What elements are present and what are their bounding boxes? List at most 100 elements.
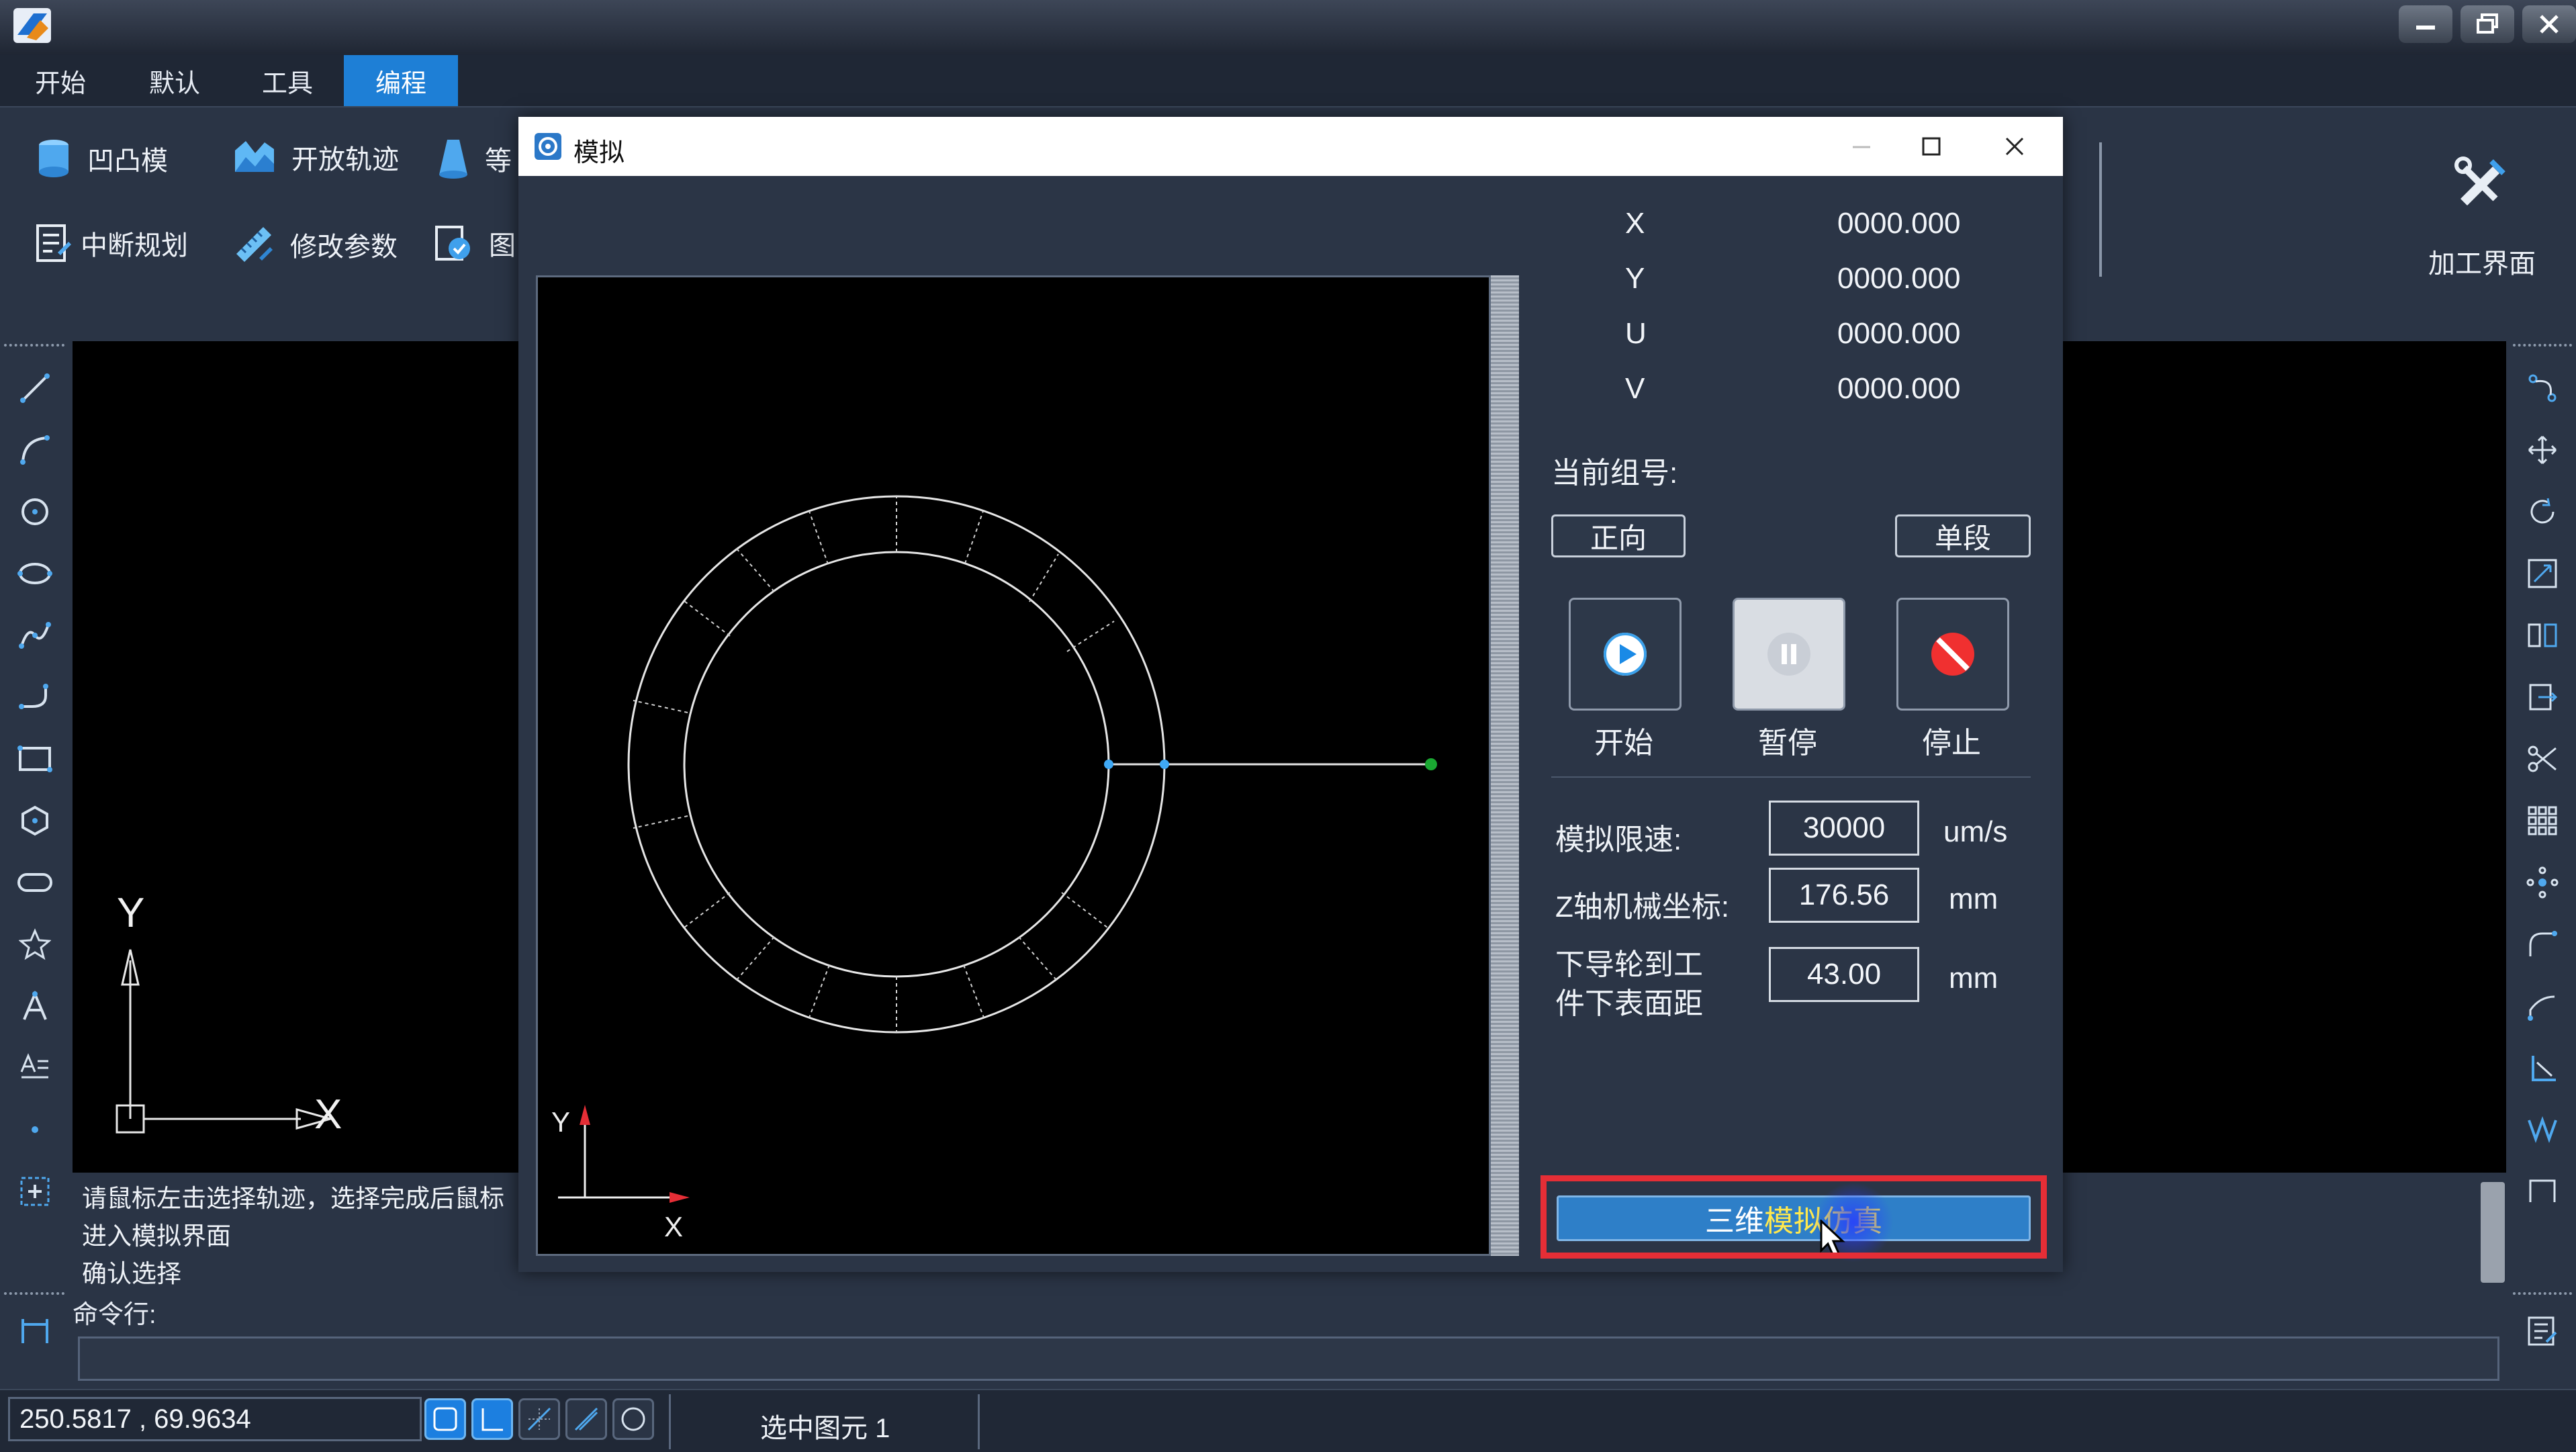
properties-icon[interactable] [2526, 1315, 2559, 1347]
add-point-tool-icon[interactable] [15, 1171, 55, 1212]
figure-button[interactable]: 图 [434, 223, 516, 263]
snap-circle-button[interactable] [612, 1398, 654, 1440]
figure-label: 图 [489, 231, 516, 261]
restore-button[interactable] [2460, 5, 2514, 43]
open-path-button[interactable]: 开放轨迹 [232, 137, 399, 177]
single-step-button[interactable]: 单段 [1895, 514, 2031, 557]
scissors-icon[interactable] [2522, 739, 2563, 779]
machining-view-label[interactable]: 加工界面 [2428, 242, 2536, 281]
snap-ortho-button[interactable] [471, 1398, 513, 1440]
arc-tool-icon[interactable] [15, 430, 55, 470]
punch-die-button[interactable]: 凹凸模 [35, 137, 168, 180]
corner-icon[interactable] [2522, 1048, 2563, 1088]
rotate-icon[interactable] [2522, 492, 2563, 532]
dialog-close-button[interactable] [1988, 130, 2041, 163]
title-bar [0, 0, 2576, 55]
coordinate-readout: 250.5817 , 69.9634 [8, 1397, 422, 1441]
equal-button[interactable]: 等 [436, 137, 512, 180]
sim-speed-unit: um/s [1943, 815, 2008, 848]
menu-programming[interactable]: 编程 [344, 55, 458, 106]
sim-speed-label: 模拟限速: [1555, 823, 1682, 856]
simulation-dialog: 模拟 Y X X 0000.000 Y 0000.000 U 0000.000 … [518, 117, 2063, 1272]
array-icon[interactable] [2522, 801, 2563, 841]
pause-icon [1765, 631, 1812, 678]
selected-count: 选中图元 1 [760, 1414, 890, 1443]
status-divider [669, 1394, 671, 1449]
minimize-button[interactable] [2399, 5, 2452, 43]
z-axis-coord-input[interactable]: 176.56 [1769, 868, 1919, 923]
axis-y-label: Y [1625, 262, 1645, 295]
simulation-scrollbar[interactable] [1491, 275, 1519, 1256]
polyline-tool-icon[interactable] [15, 677, 55, 717]
mirror-icon[interactable] [2522, 615, 2563, 655]
pause-sim-button[interactable] [1733, 598, 1845, 711]
guide-distance-input[interactable]: 43.00 [1769, 947, 1919, 1002]
circle-tool-icon[interactable] [15, 492, 55, 532]
zigzag-icon[interactable] [2522, 1109, 2563, 1150]
move-icon[interactable] [2522, 430, 2563, 470]
message-scrollbar[interactable] [2481, 1182, 2505, 1283]
message-line: 请鼠标左击选择轨迹，选择完成后鼠标 [82, 1185, 504, 1212]
interrupt-plan-label: 中断规划 [81, 231, 188, 261]
open-path-label: 开放轨迹 [291, 145, 399, 175]
highlight-box [1540, 1175, 2047, 1259]
snap-endpoint-button[interactable] [424, 1398, 466, 1440]
node-edit-icon[interactable] [2522, 368, 2563, 408]
text-tool-icon[interactable] [15, 986, 55, 1026]
message-panel: 请鼠标左击选择轨迹，选择完成后鼠标 进入模拟界面 确认选择 [73, 1173, 556, 1287]
text-align-tool-icon[interactable] [15, 1048, 55, 1088]
rectangle-tool-icon[interactable] [15, 739, 55, 779]
command-panel-icon[interactable] [19, 1315, 51, 1347]
x-axis-label: X [314, 1091, 342, 1138]
close-button[interactable] [2522, 5, 2576, 43]
simulation-canvas[interactable]: Y X [536, 275, 1491, 1256]
ellipse-tool-icon[interactable] [15, 553, 55, 594]
left-toolbar [0, 341, 70, 1295]
menu-tools[interactable]: 工具 [234, 55, 341, 106]
guide-distance-label-line2: 件下表面距 [1555, 987, 1703, 1020]
axis-v-label: V [1625, 372, 1645, 405]
bracket-icon[interactable] [2522, 1171, 2563, 1212]
direction-forward-button[interactable]: 正向 [1551, 514, 1686, 557]
modify-params-button[interactable]: 修改参数 [232, 223, 398, 266]
scale-icon[interactable] [2522, 553, 2563, 594]
z-axis-coord-unit: mm [1949, 882, 1998, 915]
slot-tool-icon[interactable] [15, 862, 55, 903]
drawing-canvas[interactable]: Y X [73, 341, 529, 1173]
z-axis-coord-label: Z轴机械坐标: [1555, 891, 1730, 923]
dialog-title-bar: 模拟 [518, 117, 2063, 176]
chamfer-icon[interactable] [2522, 986, 2563, 1026]
snap-grid-button[interactable] [518, 1398, 560, 1440]
circular-array-icon[interactable] [2522, 862, 2563, 903]
ruler-pencil-icon [232, 223, 275, 266]
sim-speed-input[interactable]: 30000 [1769, 801, 1919, 856]
cylinder-icon [35, 137, 73, 180]
menu-start[interactable]: 开始 [7, 55, 114, 106]
stop-sim-button[interactable] [1896, 598, 2009, 711]
command-input[interactable] [78, 1336, 2499, 1381]
dialog-maximize-button[interactable] [1904, 130, 1958, 163]
status-divider [978, 1394, 980, 1449]
snap-line-button[interactable] [565, 1398, 607, 1440]
fillet-icon[interactable] [2522, 924, 2563, 964]
star-tool-icon[interactable] [15, 924, 55, 964]
message-line: 确认选择 [82, 1260, 181, 1287]
menu-default[interactable]: 默认 [121, 55, 228, 106]
polygon-tool-icon[interactable] [15, 801, 55, 841]
drawing-canvas-right[interactable] [2060, 341, 2506, 1173]
sim-x-axis-label: X [664, 1211, 684, 1242]
list-edit-icon [35, 223, 73, 263]
stop-icon [1929, 631, 1976, 678]
line-tool-icon[interactable] [15, 368, 55, 408]
interrupt-plan-button[interactable]: 中断规划 [35, 223, 188, 263]
axis-x-value: 0000.000 [1837, 207, 1961, 240]
play-icon [1602, 631, 1649, 678]
section-divider [1551, 776, 2031, 778]
offset-icon[interactable] [2522, 677, 2563, 717]
dialog-minimize-button[interactable] [1835, 130, 1888, 163]
point-tool-icon[interactable] [15, 1109, 55, 1150]
command-label: 命令行: [73, 1301, 156, 1329]
start-sim-button[interactable] [1569, 598, 1682, 711]
spline-tool-icon[interactable] [15, 615, 55, 655]
tools-icon[interactable] [2451, 152, 2512, 212]
